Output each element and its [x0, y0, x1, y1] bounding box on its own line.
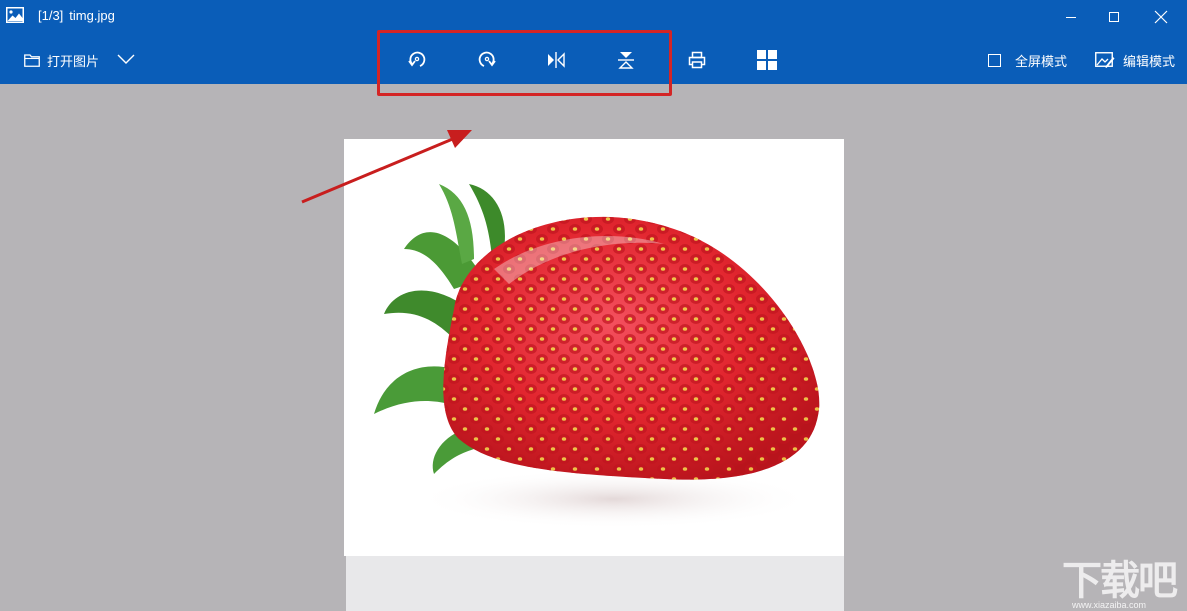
- fullscreen-label: 全屏模式: [1015, 53, 1068, 69]
- watermark-logo: 下载吧 www.xiazaiba.com: [1060, 548, 1185, 610]
- file-name: timg.jpg: [69, 8, 115, 23]
- image-counter: [1/3]: [38, 8, 64, 23]
- edit-mode-label: 编辑模式: [1123, 53, 1176, 69]
- open-dropdown-chevron-down-icon[interactable]: [117, 51, 135, 69]
- maximize-icon: [1109, 12, 1119, 22]
- grid-icon: [757, 50, 777, 70]
- edit-image-icon: [1095, 52, 1115, 68]
- watermark-url: www.xiazaiba.com: [1072, 600, 1147, 610]
- window-title: [1/3] timg.jpg: [38, 8, 115, 24]
- image-viewer-window: [1/3] timg.jpg 打开图片 全屏模式 编辑模式 下载吧 www.xi…: [0, 0, 1187, 611]
- grid-view-button[interactable]: [754, 47, 780, 73]
- edit-mode-button[interactable]: 编辑模式: [1095, 50, 1175, 70]
- image-canvas-below: [346, 556, 844, 611]
- watermark-text: 下载吧: [1062, 558, 1178, 604]
- print-button[interactable]: [684, 47, 710, 73]
- displayed-image-strawberry: [344, 139, 844, 556]
- open-image-label: 打开图片: [47, 53, 100, 69]
- title-bar: [1/3] timg.jpg: [0, 0, 1187, 34]
- close-icon: [1154, 10, 1168, 24]
- highlight-box: [377, 30, 672, 96]
- maximize-button[interactable]: [1092, 0, 1136, 34]
- folder-icon: [24, 53, 40, 67]
- open-image-button[interactable]: 打开图片: [24, 51, 99, 70]
- app-picture-icon: [6, 7, 24, 23]
- top-bar: [1/3] timg.jpg 打开图片 全屏模式 编辑模式: [0, 0, 1187, 96]
- print-icon: [688, 51, 706, 69]
- checkbox-icon: [988, 53, 1001, 67]
- close-button[interactable]: [1139, 0, 1183, 34]
- fullscreen-toggle[interactable]: 全屏模式: [988, 50, 1067, 70]
- toolbar-left: 打开图片: [24, 50, 135, 70]
- minimize-button[interactable]: [1049, 0, 1093, 34]
- minimize-icon: [1066, 17, 1076, 18]
